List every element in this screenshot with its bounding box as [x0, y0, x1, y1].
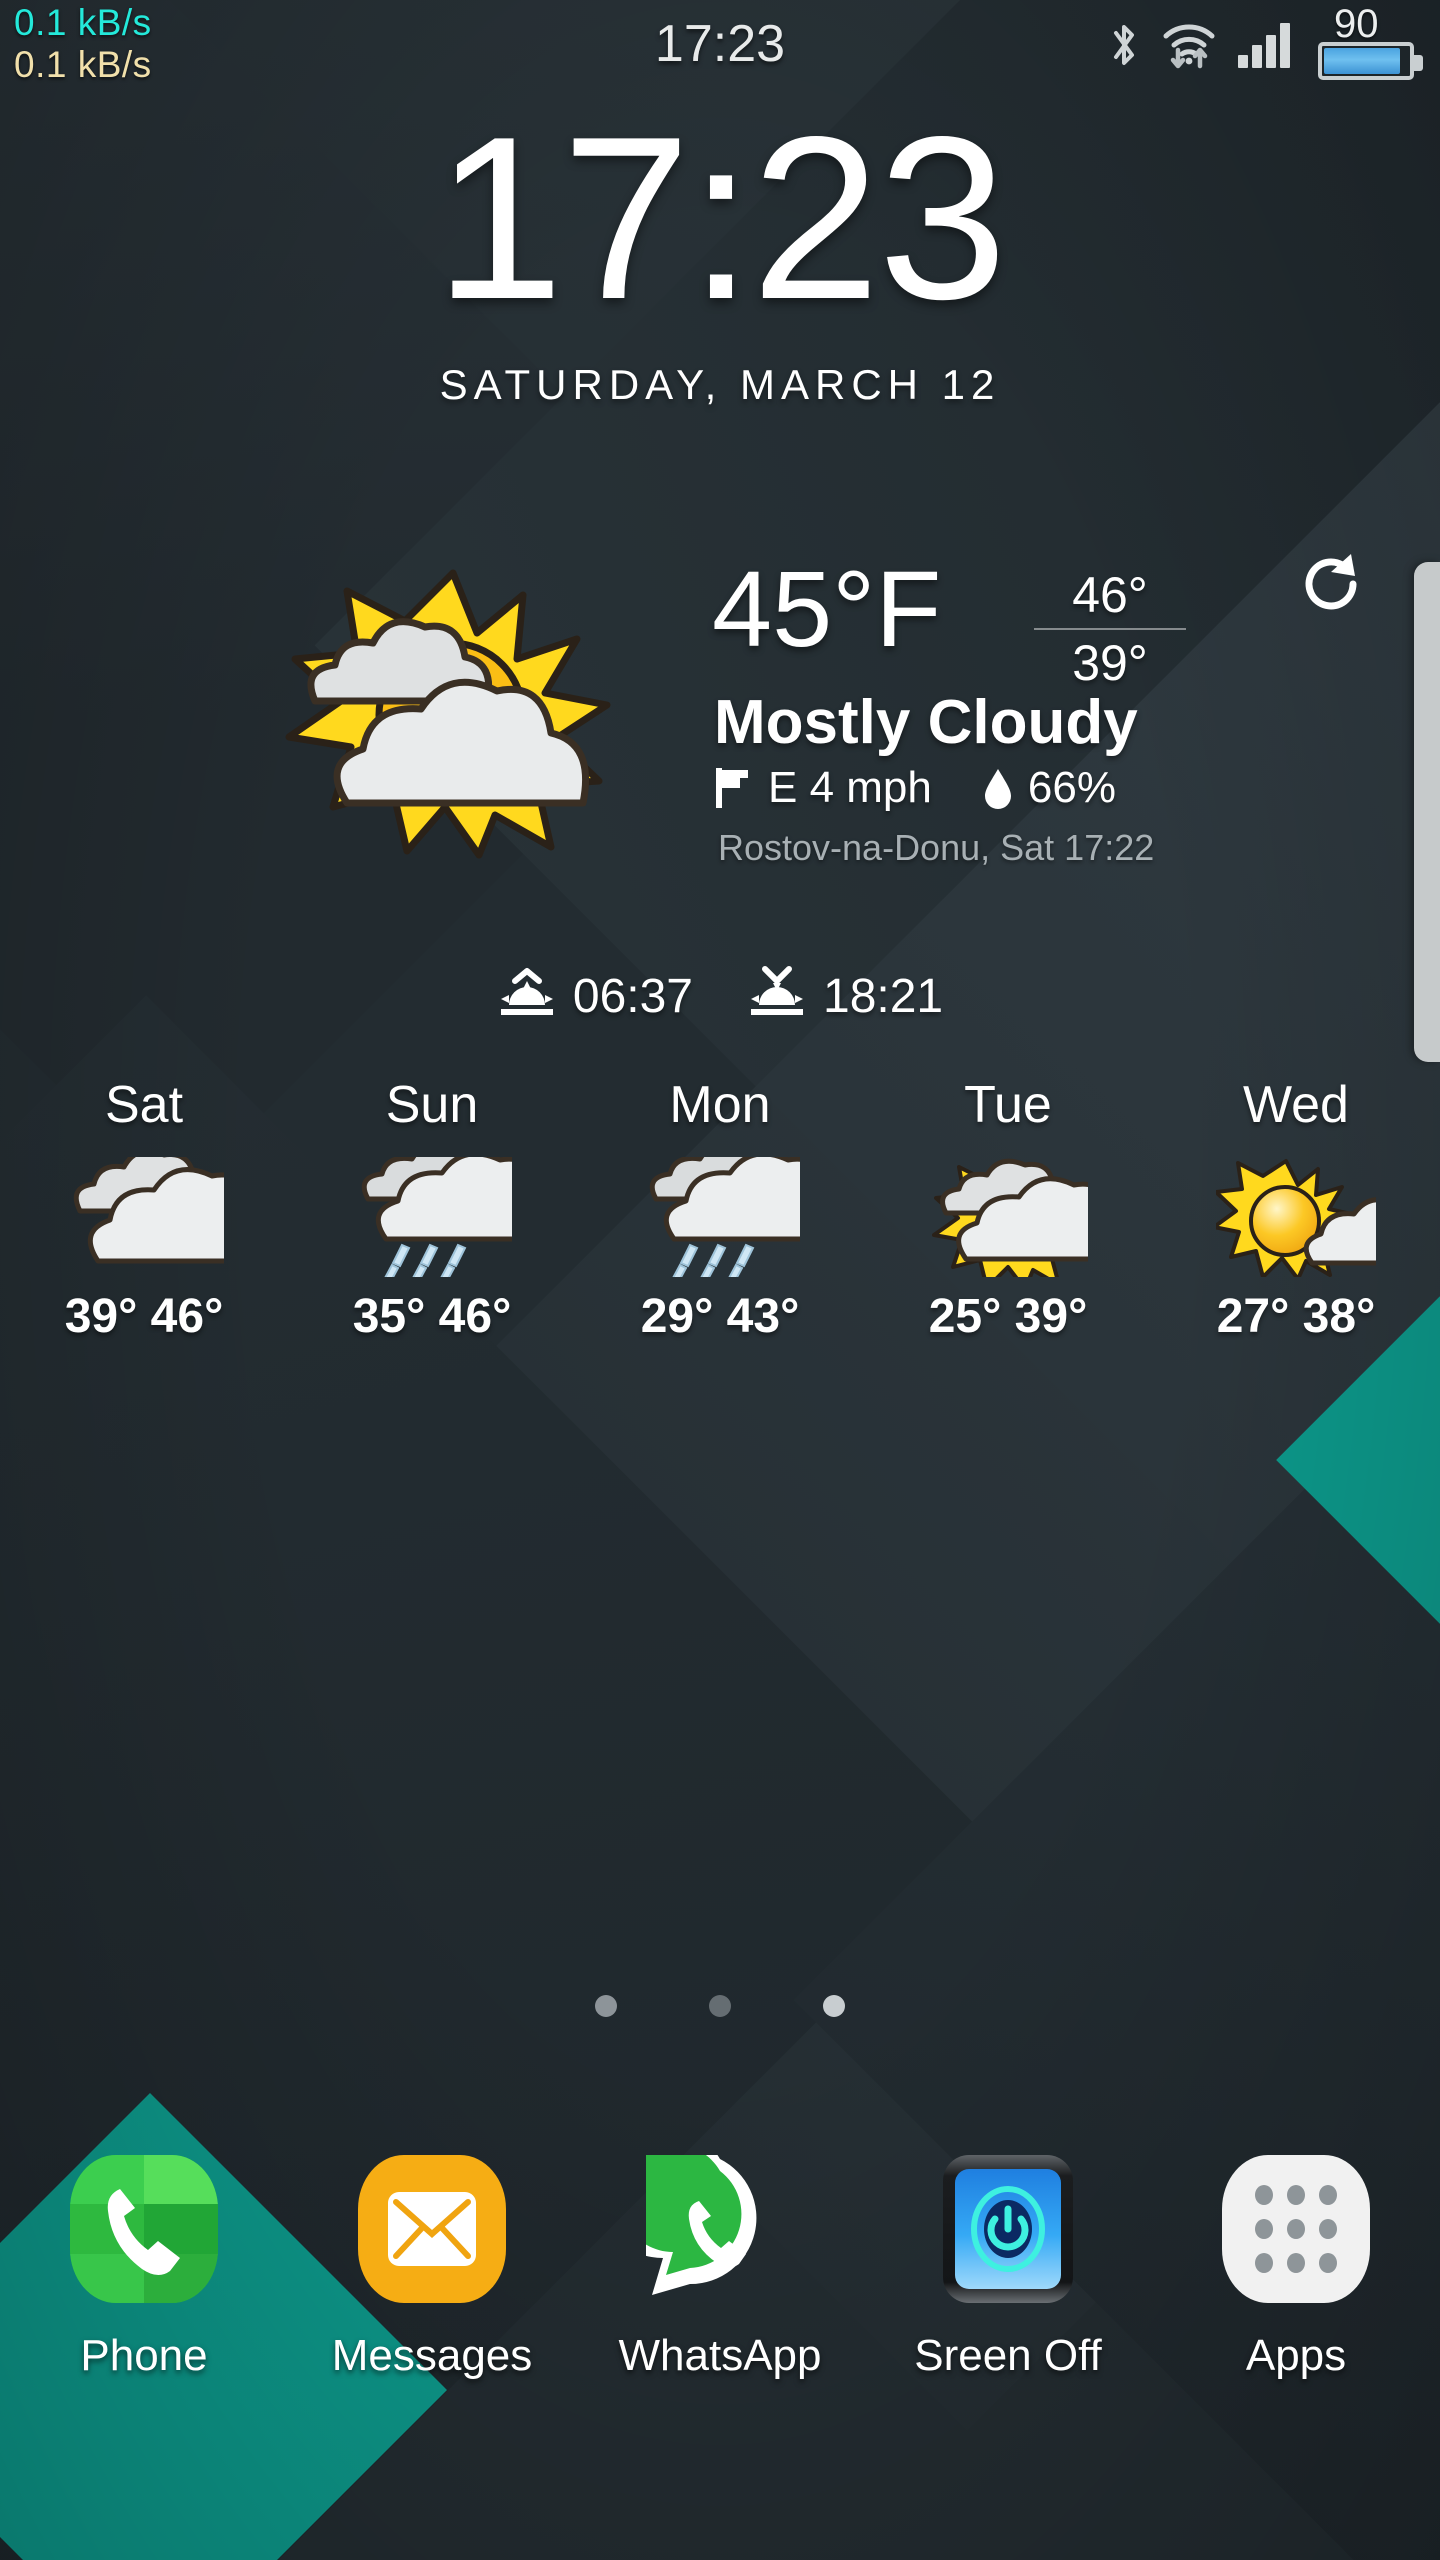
app-drawer-icon [1222, 2155, 1370, 2303]
sunrise-time: 06:37 [572, 969, 693, 1023]
weather-widget-current[interactable]: 45°F 46° 39° Mostly Cloudy E 4 mph 66% R… [0, 545, 1440, 915]
forecast-high: 39° [1014, 1290, 1088, 1343]
forecast-high: 43° [726, 1290, 800, 1343]
forecast-high: 46° [438, 1290, 512, 1343]
battery-icon: 90 [1312, 2, 1424, 82]
whatsapp-icon [596, 2126, 757, 2295]
dock-label: WhatsApp [618, 2331, 822, 2380]
sun-times: 06:37 18:21 [0, 965, 1440, 1027]
status-bar[interactable]: 0.1 kB/s 0.1 kB/s 17:23 90 [0, 0, 1440, 92]
phone-icon [70, 2155, 218, 2303]
dock-item-messages[interactable]: Messages [288, 2155, 576, 2381]
dock-label: Phone [80, 2331, 208, 2380]
forecast-day-1[interactable]: Sun 35° 46° [288, 1075, 576, 1344]
clock-widget[interactable]: 17:23 SATURDAY, MARCH 12 [0, 89, 1440, 409]
forecast-temps: 25° 39° [864, 1289, 1152, 1344]
forecast-day-label: Tue [964, 1076, 1052, 1134]
clock-date: SATURDAY, MARCH 12 [439, 361, 1001, 408]
forecast-low: 35° [352, 1290, 426, 1343]
weather-location-time: Rostov-na-Donu, Sat 17:22 [718, 827, 1155, 868]
sunrise-item: 06:37 [497, 965, 693, 1027]
wind-flag-icon [716, 768, 748, 808]
clock-time: 17:23 [434, 89, 1008, 348]
forecast-day-label: Sun [385, 1076, 479, 1134]
refresh-icon[interactable] [1295, 548, 1367, 620]
hilo-divider [1034, 628, 1186, 630]
forecast-day-3[interactable]: Tue 25° 39° [864, 1075, 1152, 1344]
dock-item-apps[interactable]: Apps [1152, 2155, 1440, 2381]
weather-condition: Mostly Cloudy [714, 688, 1138, 757]
signal-icon [1238, 22, 1290, 68]
weather-forecast[interactable]: Sat 39° 46° Sun 35° 46° Mon 29° 43° Tue … [0, 1075, 1440, 1344]
forecast-day-4[interactable]: Wed 27° 38° [1152, 1075, 1440, 1344]
humidity-value: 66% [1027, 763, 1116, 812]
sunset-time: 18:21 [823, 969, 944, 1023]
wifi-icon [1163, 24, 1215, 69]
wind-value: E 4 mph [768, 763, 932, 812]
forecast-low: 27° [1216, 1290, 1290, 1343]
dock-label: Sreen Off [914, 2331, 1102, 2380]
forecast-temps: 29° 43° [576, 1289, 864, 1344]
high-temperature: 46° [1072, 567, 1148, 623]
forecast-day-label: Wed [1243, 1076, 1349, 1134]
forecast-temps: 35° 46° [288, 1289, 576, 1344]
forecast-day-label: Mon [669, 1076, 771, 1134]
current-temperature: 45°F [712, 548, 942, 669]
dock-label: Apps [1245, 2331, 1347, 2380]
forecast-low: 25° [928, 1290, 1002, 1343]
forecast-day-label: Sat [104, 1076, 184, 1134]
mostly-sunny-icon [1152, 1157, 1440, 1277]
partly-cloudy-icon [864, 1157, 1152, 1277]
bluetooth-icon [1114, 25, 1134, 65]
sunset-item: 18:21 [747, 965, 943, 1027]
forecast-low: 39° [64, 1290, 138, 1343]
humidity-droplet-icon [984, 769, 1011, 809]
dock-item-screen-off[interactable]: Sreen Off [864, 2155, 1152, 2381]
forecast-high: 38° [1302, 1290, 1376, 1343]
dock-item-whatsapp[interactable]: WhatsApp [576, 2126, 864, 2381]
sunset-icon [751, 966, 803, 1015]
forecast-high: 46° [150, 1290, 224, 1343]
sunrise-icon [500, 968, 553, 1015]
rain-icon [288, 1157, 576, 1277]
low-temperature: 39° [1072, 635, 1148, 691]
rain-icon [576, 1157, 864, 1277]
high-low-temperature: 46° 39° [1030, 567, 1190, 691]
forecast-temps: 27° 38° [1152, 1289, 1440, 1344]
sun-behind-clouds-icon [285, 569, 611, 859]
forecast-temps: 39° 46° [0, 1289, 288, 1344]
forecast-day-0[interactable]: Sat 39° 46° [0, 1075, 288, 1344]
page-dot-3[interactable] [823, 1995, 845, 2017]
page-dot-1[interactable] [595, 1995, 617, 2017]
dock: Phone Messages WhatsApp Sreen Off Apps [0, 2126, 1440, 2381]
forecast-day-2[interactable]: Mon 29° 43° [576, 1075, 864, 1344]
dock-item-phone[interactable]: Phone [0, 2155, 288, 2381]
envelope-icon [358, 2155, 506, 2303]
home-screen: 0.1 kB/s 0.1 kB/s 17:23 90 17:23 SATURDA… [0, 0, 1440, 2560]
page-indicator[interactable] [0, 1995, 1440, 2017]
power-icon [943, 2155, 1073, 2303]
page-dot-2[interactable] [709, 1995, 731, 2017]
forecast-low: 29° [640, 1290, 714, 1343]
dock-label: Messages [331, 2331, 533, 2380]
weather-metrics: E 4 mph 66% [714, 763, 1116, 813]
cloudy-icon [0, 1157, 288, 1277]
battery-percent: 90 [1334, 2, 1379, 46]
